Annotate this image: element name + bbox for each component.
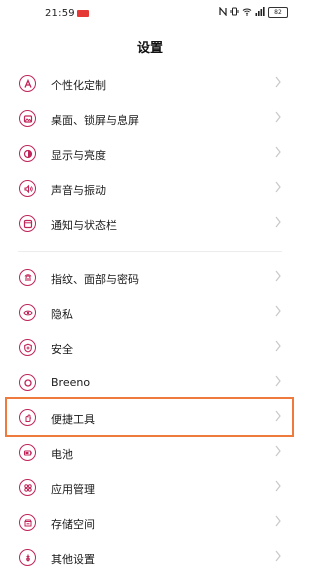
wifi-icon [242,7,252,18]
status-icons: 82 [219,6,288,18]
settings-item-privacy[interactable]: 隐私 [0,296,300,332]
chevron-right-icon [275,550,281,562]
settings-item-label: 应用管理 [51,483,95,496]
settings-item-personalization[interactable]: 个性化定制 [0,67,300,103]
settings-item-display-brightness[interactable]: 显示与亮度 [0,137,300,173]
app-management-icon [19,479,36,496]
storage-icon [19,514,36,531]
settings-item-label: 通知与状态栏 [51,219,117,232]
breeno-icon [19,374,36,391]
status-bar: 21:59 82 [0,0,300,30]
settings-item-battery[interactable]: 电池 [0,436,300,472]
chevron-right-icon [275,375,281,387]
wallpaper-icon [19,110,36,127]
privacy-eye-icon [19,304,36,321]
fingerprint-icon [19,269,36,286]
settings-item-label: 显示与亮度 [51,149,106,162]
notification-badge-icon [77,10,89,17]
settings-item-desktop-lockscreen[interactable]: 桌面、锁屏与息屏 [0,102,300,138]
display-brightness-icon [19,145,36,162]
page-title: 设置 [136,41,163,56]
sound-vibration-icon [19,180,36,197]
chevron-right-icon [275,216,281,228]
highlight-box [5,397,294,437]
chevron-right-icon [275,111,281,123]
settings-item-label: 个性化定制 [51,79,106,92]
chevron-right-icon [275,270,281,282]
battery-level-icon: 82 [268,7,288,18]
settings-item-label: 隐私 [51,308,73,321]
chevron-right-icon [275,305,281,317]
chevron-right-icon [275,445,281,457]
settings-item-notification-statusbar[interactable]: 通知与状态栏 [0,207,300,243]
other-settings-icon [19,549,36,566]
settings-item-label: 其他设置 [51,553,95,566]
signal-icon [255,7,265,18]
chevron-right-icon [275,181,281,193]
battery-icon [19,444,36,461]
settings-item-storage[interactable]: 存储空间 [0,506,300,542]
settings-item-app-management[interactable]: 应用管理 [0,471,300,507]
settings-item-label: 声音与振动 [51,184,106,197]
settings-item-label: 桌面、锁屏与息屏 [51,114,139,127]
chevron-right-icon [275,76,281,88]
security-shield-icon [19,339,36,356]
settings-item-label: 安全 [51,343,73,356]
chevron-right-icon [275,515,281,527]
nfc-icon [219,6,227,18]
chevron-right-icon [275,146,281,158]
settings-item-fingerprint-face-password[interactable]: 指纹、面部与密码 [0,261,300,297]
personalization-icon [19,75,36,92]
settings-item-label: 存储空间 [51,518,95,531]
settings-item-security[interactable]: 安全 [0,331,300,367]
notification-icon [19,215,36,232]
section-divider [18,251,282,252]
status-time: 21:59 [45,8,75,19]
settings-item-sound-vibration[interactable]: 声音与振动 [0,172,300,208]
chevron-right-icon [275,480,281,492]
settings-item-label: Breeno [51,376,91,389]
chevron-right-icon [275,340,281,352]
vibrate-icon [230,7,239,18]
settings-item-label: 电池 [51,448,73,461]
settings-item-label: 指纹、面部与密码 [51,273,139,286]
settings-item-other-settings[interactable]: 其他设置 [0,541,300,577]
